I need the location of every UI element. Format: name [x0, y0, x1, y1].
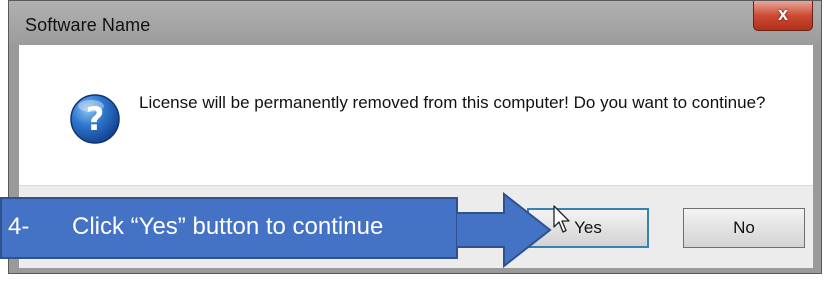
message-area: ? License will be permanently removed fr…	[19, 45, 813, 185]
window-title: Software Name	[25, 15, 151, 35]
close-button[interactable]: x	[753, 1, 813, 31]
right-arrow-icon	[456, 192, 552, 268]
svg-text:?: ?	[86, 100, 105, 138]
instruction-text: Click “Yes” button to continue	[72, 213, 384, 240]
step-number: 4-	[8, 213, 30, 240]
title-bar[interactable]: Software Name x	[9, 1, 821, 45]
mouse-cursor-icon	[553, 205, 570, 233]
question-icon: ?	[70, 94, 120, 144]
dialog-message: License will be permanently removed from…	[139, 93, 766, 112]
instruction-callout: 4- Click “Yes” button to continue	[0, 197, 458, 259]
no-button[interactable]: No	[683, 208, 805, 248]
